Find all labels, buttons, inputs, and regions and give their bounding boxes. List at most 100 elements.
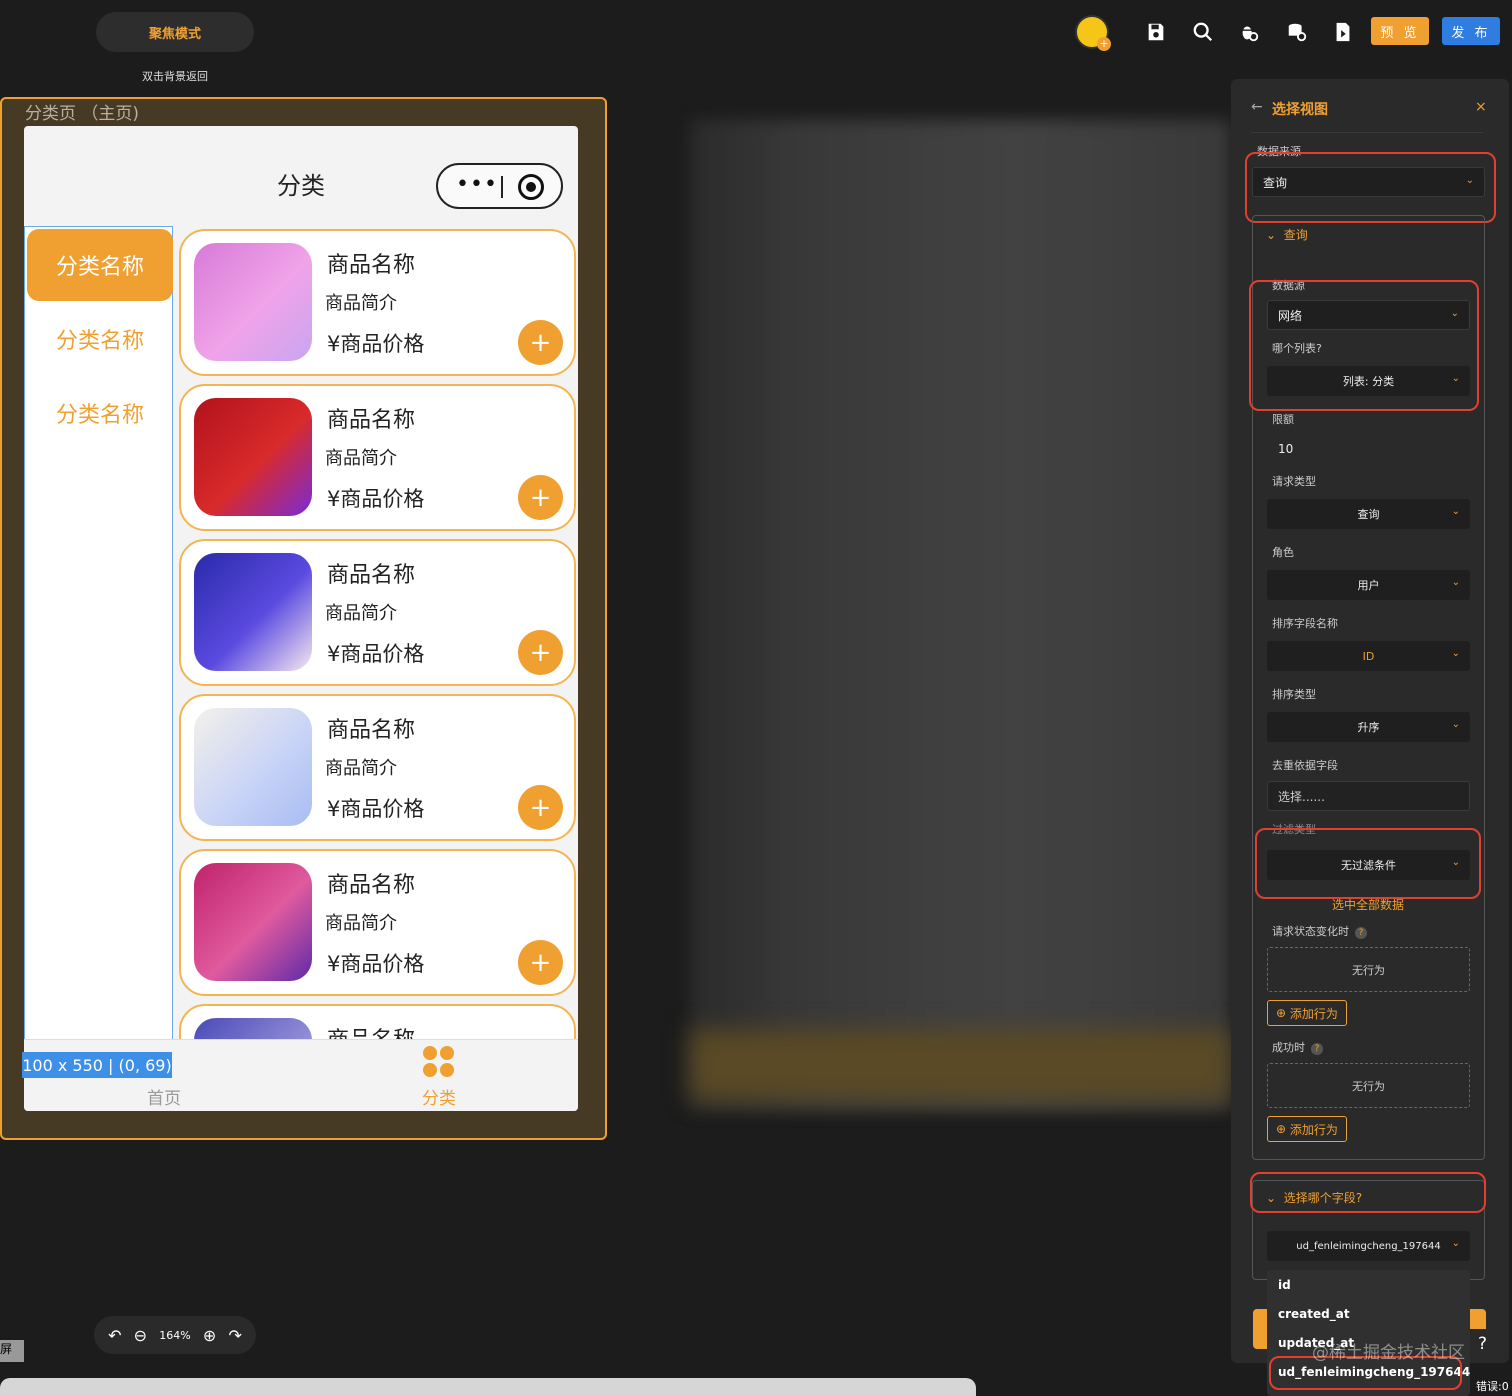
selection-size-tag: 100 x 550 | (0, 69)	[22, 1052, 172, 1078]
help-icon[interactable]: ?	[1311, 1043, 1323, 1055]
product-image	[194, 863, 312, 981]
category-item-active[interactable]: 分类名称	[27, 229, 173, 301]
product-price: ¥商品价格	[327, 332, 425, 356]
category-item[interactable]: 分类名称	[27, 303, 173, 375]
on-success-text: 成功时	[1272, 1041, 1305, 1054]
back-arrow-icon[interactable]: ←	[1251, 99, 1263, 115]
no-action-text: 无行为	[1352, 1079, 1385, 1093]
category-grid-icon[interactable]	[423, 1046, 455, 1078]
on-state-change-text: 请求状态变化时	[1272, 925, 1349, 938]
product-card[interactable]: 商品名称 商品简介 ¥商品价格 +	[179, 694, 576, 841]
phone-preview[interactable]: 分类 ••• 分类名称 分类名称 分类名称 商品名称 商品简介 ¥商品价格 + 商品名称…	[24, 126, 578, 1111]
zoom-out-icon[interactable]: ⊖	[134, 1326, 147, 1345]
role-value: 用户	[1357, 579, 1380, 592]
product-intro: 商品简介	[325, 293, 397, 314]
dropdown-option[interactable]: id	[1278, 1278, 1291, 1292]
request-type-select[interactable]: 查询 ⌄	[1267, 499, 1470, 529]
product-image	[194, 243, 312, 361]
request-type-value: 查询	[1357, 508, 1380, 521]
panel-divider	[1251, 132, 1483, 133]
chevron-down-icon: ⌄	[1451, 719, 1460, 730]
mini-program-capsule[interactable]: •••	[436, 163, 563, 209]
search-icon[interactable]	[1191, 20, 1215, 44]
dropdown-option[interactable]: created_at	[1278, 1307, 1350, 1321]
screen-tab[interactable]: 屏	[0, 1340, 24, 1362]
help-icon[interactable]: ?	[1355, 927, 1367, 939]
focus-mode-button[interactable]: 聚焦模式	[96, 12, 254, 52]
page-label: 分类页 （主页)	[25, 104, 140, 124]
blurred-background	[690, 120, 1230, 1110]
undo-icon[interactable]: ↶	[108, 1326, 121, 1345]
add-to-cart-button[interactable]: +	[518, 630, 563, 675]
no-action-text: 无行为	[1352, 963, 1385, 977]
zoom-in-icon[interactable]: ⊕	[203, 1326, 216, 1345]
role-label: 角色	[1272, 546, 1294, 559]
add-to-cart-button[interactable]: +	[518, 475, 563, 520]
product-card[interactable]: 商品名称商品简介 ¥商品价格 +	[179, 384, 576, 531]
avatar-icon[interactable]	[1075, 15, 1111, 51]
chevron-down-icon: ⌄	[1451, 506, 1460, 517]
close-icon[interactable]: ×	[1475, 99, 1487, 115]
sort-type-select[interactable]: 升序 ⌄	[1267, 712, 1470, 742]
sort-field-label: 排序字段名称	[1272, 617, 1338, 630]
limit-value[interactable]: 10	[1278, 442, 1293, 456]
plus-circle-icon: ⊕	[1276, 1006, 1290, 1020]
filter-hint: 选中全部数据	[1332, 898, 1405, 912]
product-intro: 商品简介	[325, 448, 397, 469]
product-card[interactable]: 商品名称商品简介 ¥商品价格 +	[179, 229, 576, 376]
query-section-header[interactable]: ⌄ 查询	[1266, 226, 1308, 243]
dedup-select[interactable]: 选择......	[1267, 781, 1470, 811]
panel-title: 选择视图	[1272, 102, 1328, 118]
on-success-label: 成功时?	[1272, 1039, 1323, 1055]
product-intro: 商品简介	[325, 913, 397, 934]
redo-icon[interactable]: ↷	[228, 1326, 241, 1345]
role-select[interactable]: 用户 ⌄	[1267, 570, 1470, 600]
tab-category[interactable]: 分类	[409, 1084, 469, 1109]
error-count: 错误:0	[1476, 1380, 1509, 1393]
preview-button[interactable]: 预 览	[1371, 17, 1429, 45]
more-icon[interactable]: •••	[456, 174, 498, 196]
add-action-button[interactable]: ⊕ 添加行为	[1267, 1116, 1347, 1142]
help-icon[interactable]: ?	[1478, 1334, 1487, 1354]
export-icon[interactable]	[1331, 20, 1355, 44]
highlight-box	[1250, 1172, 1486, 1213]
field-select[interactable]: ud_fenleimingcheng_197644 ⌄	[1267, 1231, 1470, 1261]
product-price: ¥商品价格	[327, 797, 425, 821]
state-change-actions[interactable]: 无行为	[1267, 947, 1470, 992]
focus-hint: 双击背景返回	[142, 70, 208, 83]
product-name: 商品名称	[327, 253, 416, 278]
product-price: ¥商品价格	[327, 487, 425, 511]
highlight-box	[1255, 828, 1481, 899]
category-item[interactable]: 分类名称	[27, 377, 173, 449]
tab-home[interactable]: 首页	[134, 1084, 194, 1109]
chevron-down-icon: ⌄	[1266, 228, 1284, 242]
success-actions[interactable]: 无行为	[1267, 1063, 1470, 1108]
product-card[interactable]: 商品名称 商品简介 ¥商品价格 +	[179, 849, 576, 996]
plus-circle-icon: ⊕	[1276, 1122, 1290, 1136]
limit-label: 限额	[1272, 413, 1294, 426]
chevron-down-icon: ⌄	[1451, 577, 1460, 588]
add-to-cart-button[interactable]: +	[518, 940, 563, 985]
save-icon[interactable]	[1144, 20, 1168, 44]
debug-icon[interactable]	[1237, 20, 1261, 44]
add-action-button[interactable]: ⊕ 添加行为	[1267, 1000, 1347, 1026]
product-price: ¥商品价格	[327, 642, 425, 666]
dedup-placeholder: 选择......	[1278, 789, 1325, 804]
highlight-box	[1245, 152, 1496, 223]
confirm-button-edge[interactable]	[1470, 1309, 1486, 1329]
product-card[interactable]: 商品名称 商品简介 ¥商品价格 +	[179, 539, 576, 686]
sort-field-select[interactable]: ID ⌄	[1267, 641, 1470, 671]
zoom-level: 164%	[159, 1328, 191, 1342]
publish-button[interactable]: 发 布	[1442, 17, 1500, 45]
product-intro: 商品简介	[325, 758, 397, 779]
chevron-down-icon: ⌄	[1451, 648, 1460, 659]
add-to-cart-button[interactable]: +	[518, 785, 563, 830]
category-sidebar[interactable]: 分类名称 分类名称 分类名称	[24, 226, 173, 1041]
sort-type-label: 排序类型	[1272, 688, 1316, 701]
field-select-value: ud_fenleimingcheng_197644	[1296, 1240, 1441, 1252]
add-to-cart-button[interactable]: +	[518, 320, 563, 365]
query-section-label: 查询	[1283, 228, 1308, 242]
product-name: 商品名称	[327, 408, 416, 433]
close-target-icon[interactable]	[518, 174, 544, 200]
database-icon[interactable]	[1285, 20, 1309, 44]
